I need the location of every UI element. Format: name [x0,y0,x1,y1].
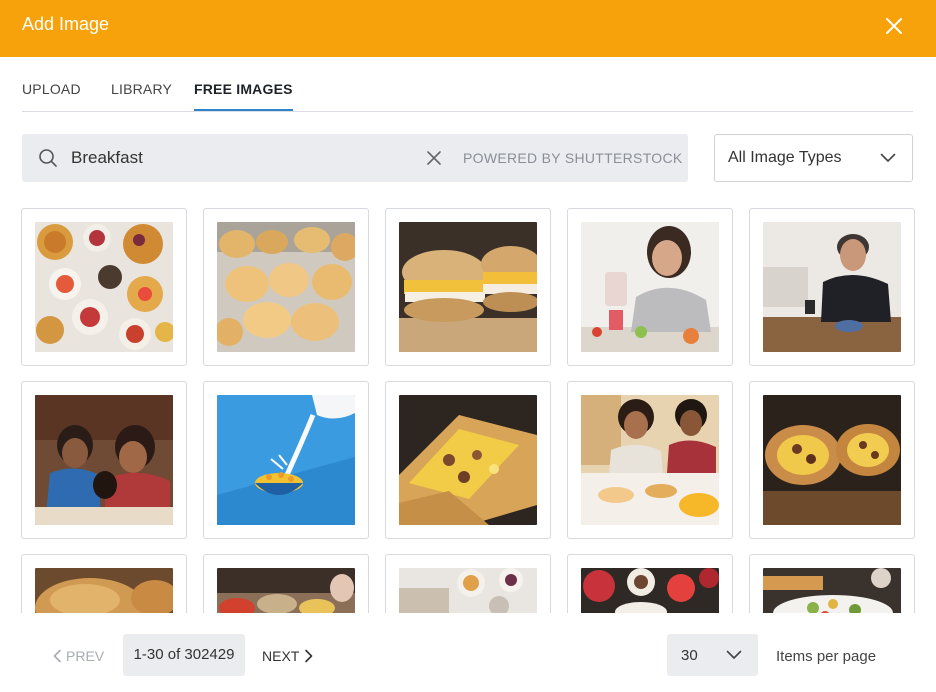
dialog-title: Add Image [22,14,110,34]
clear-search-icon[interactable] [425,149,443,167]
breakfast-tacos-image [399,395,537,525]
pagination-bar: PREV 1-30 of 302429 NEXT 30 Items per pa… [0,613,936,692]
search-bar: POWERED BY SHUTTERSTOCK [22,134,688,182]
image-type-dropdown[interactable]: All Image Types [714,134,913,182]
image-card[interactable] [385,381,551,539]
image-grid [0,200,936,613]
cheese-bread-image [217,222,355,352]
image-card[interactable] [21,208,187,366]
items-per-page-dropdown[interactable]: 30 [667,634,758,676]
image-card[interactable] [749,208,915,366]
chevron-left-icon [53,649,61,663]
image-card[interactable] [567,554,733,613]
prev-label: PREV [66,648,105,664]
tab-bar: UPLOAD LIBRARY FREE IMAGES [22,57,913,112]
family-breakfast-image [35,395,173,525]
image-card[interactable] [203,554,369,613]
breakfast-spread-image [35,222,173,352]
image-card[interactable] [385,554,551,613]
search-input[interactable] [71,146,391,170]
items-per-page-label: Items per page [776,648,877,665]
friends-breakfast-image [581,395,719,525]
tab-library[interactable]: LIBRARY [111,81,172,111]
items-per-page-value: 30 [681,647,698,664]
image-card[interactable] [749,381,915,539]
image-card[interactable] [385,208,551,366]
chevron-right-icon [305,649,313,663]
salad-image [763,568,901,613]
woman-smoothie-image [581,222,719,352]
image-card[interactable] [21,554,187,613]
image-card[interactable] [203,381,369,539]
fruit-pastries-image [581,568,719,613]
chevron-down-icon [726,650,742,659]
next-label: NEXT [262,648,300,664]
man-cereal-image [763,222,901,352]
prev-button[interactable]: PREV [52,648,104,664]
powered-by-label: POWERED BY SHUTTERSTOCK [463,150,683,166]
table-top-view-image [399,568,537,613]
page-range: 1-30 of 302429 [123,634,245,676]
image-card[interactable] [567,208,733,366]
image-type-selected: All Image Types [728,149,842,166]
milk-cereal-image [217,395,355,525]
search-icon [39,149,57,167]
close-icon[interactable] [882,14,906,38]
tab-free-images[interactable]: FREE IMAGES [194,81,293,111]
chevron-down-icon [880,153,896,162]
buffet-image [217,568,355,613]
tab-upload[interactable]: UPLOAD [22,81,81,111]
image-card[interactable] [749,554,915,613]
dialog-header: Add Image [0,0,936,57]
croissant-image [35,568,173,613]
breakfast-burritos-image [763,395,901,525]
image-card[interactable] [203,208,369,366]
next-button[interactable]: NEXT [262,648,314,664]
image-card[interactable] [567,381,733,539]
breakfast-sandwich-image [399,222,537,352]
image-card[interactable] [21,381,187,539]
